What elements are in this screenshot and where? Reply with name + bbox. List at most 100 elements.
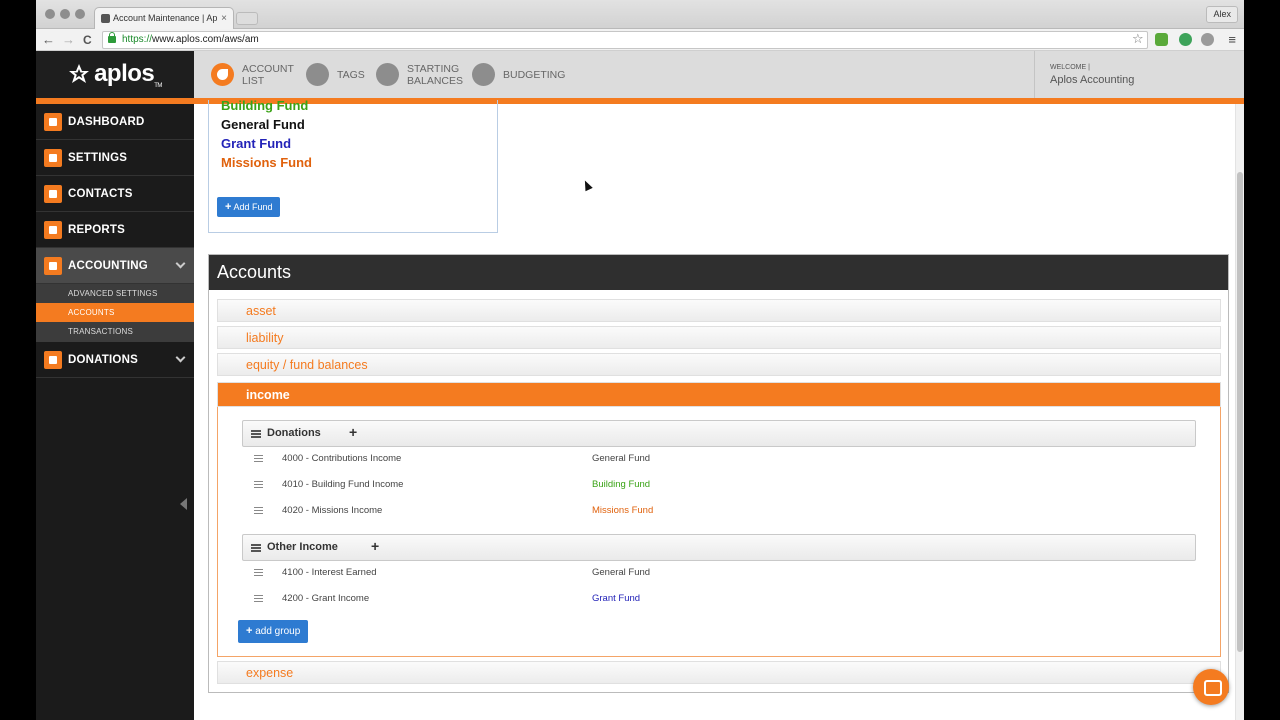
plus-icon: + <box>225 201 232 213</box>
reports-icon <box>44 220 62 239</box>
sidebar-item-donations[interactable]: DONATIONS <box>36 342 194 378</box>
dashboard-icon <box>44 112 62 131</box>
fund-item: Building Fund <box>221 98 309 113</box>
group-name: Other Income <box>267 541 338 553</box>
account-row[interactable]: 4010 - Building Fund Income Building Fun… <box>242 475 1196 495</box>
category-liability[interactable]: liability <box>217 326 1221 349</box>
collapse-sidebar-icon[interactable] <box>180 498 187 510</box>
nav-label: STARTING <box>407 62 460 75</box>
nav-account-list[interactable]: ACCOUNT LIST <box>211 51 294 98</box>
accounting-icon <box>44 256 62 275</box>
sidebar-item-reports[interactable]: REPORTS <box>36 212 194 248</box>
drag-handle-icon[interactable] <box>251 544 261 552</box>
accounts-panel: Accounts asset liability equity / fund b… <box>208 254 1229 693</box>
maximize-window-icon[interactable] <box>75 9 85 19</box>
add-fund-button[interactable]: + Add Fund <box>217 197 281 217</box>
button-label: Add Fund <box>233 202 273 212</box>
new-tab-button[interactable] <box>236 12 258 25</box>
sidebar-item-label: DONATIONS <box>68 353 138 366</box>
extension-chat-icon[interactable] <box>1201 33 1214 46</box>
logo-text: aplos <box>94 60 155 87</box>
minimize-window-icon[interactable] <box>60 9 70 19</box>
funds-box: Building Fund General Fund Grant Fund Mi… <box>208 98 498 233</box>
account-row[interactable]: 4200 - Grant Income Grant Fund <box>242 589 1196 609</box>
account-name: 4020 - Missions Income <box>282 505 383 516</box>
income-section: Donations + 4000 - Contributions Income … <box>217 407 1221 657</box>
forward-arrow-icon[interactable]: → <box>62 31 75 49</box>
chevron-down-icon <box>175 352 186 363</box>
tag-icon <box>306 63 329 86</box>
sidebar-item-settings[interactable]: SETTINGS <box>36 140 194 176</box>
account-fund: Missions Fund <box>592 505 654 516</box>
profile-button[interactable]: Alex <box>1206 6 1238 23</box>
browser-tab[interactable]: Account Maintenance | Ap × <box>94 7 234 29</box>
nav-label: LIST <box>242 74 265 87</box>
sidebar-item-dashboard[interactable]: DASHBOARD <box>36 104 194 140</box>
back-arrow-icon[interactable]: ← <box>42 31 55 49</box>
reload-icon[interactable]: C <box>83 31 92 49</box>
fund-item: General Fund <box>221 117 305 132</box>
url-text: www.aplos.com/aws/am <box>152 34 259 45</box>
tab-strip: Account Maintenance | Ap × Alex <box>36 0 1244 29</box>
sidebar-item-label: ACCOUNTING <box>68 259 148 272</box>
browser-window: Account Maintenance | Ap × Alex ← → C ht… <box>36 0 1244 720</box>
bookmark-star-icon[interactable]: ☆ <box>1132 31 1144 47</box>
nav-starting-balances[interactable]: STARTING BALANCES <box>376 51 463 98</box>
sidebar-item-contacts[interactable]: CONTACTS <box>36 176 194 212</box>
category-asset[interactable]: asset <box>217 299 1221 322</box>
account-row[interactable]: 4100 - Interest Earned General Fund <box>242 563 1196 583</box>
main-content: Building Fund General Fund Grant Fund Mi… <box>194 98 1244 720</box>
group-other-income[interactable]: Other Income + <box>242 534 1196 561</box>
account-fund: General Fund <box>592 453 651 464</box>
welcome-name: Aplos Accounting <box>1050 74 1135 86</box>
drag-handle-icon[interactable] <box>254 507 263 514</box>
favicon-icon <box>101 14 110 23</box>
category-income[interactable]: income <box>217 382 1221 407</box>
sidebar-item-accounting[interactable]: ACCOUNTING <box>36 248 194 284</box>
accounting-submenu: ADVANCED SETTINGS ACCOUNTS TRANSACTIONS <box>36 284 194 342</box>
drag-handle-icon[interactable] <box>254 595 263 602</box>
chevron-down-icon <box>175 258 186 269</box>
page-scrollbar[interactable] <box>1235 104 1244 720</box>
nav-label: ACCOUNT <box>242 62 294 75</box>
add-group-button[interactable]: + add group <box>238 620 309 643</box>
extension-shield-icon[interactable] <box>1179 33 1192 46</box>
group-donations[interactable]: Donations + <box>242 420 1196 447</box>
scrollbar-thumb[interactable] <box>1237 172 1243 652</box>
welcome-area[interactable]: WELCOME | Aplos Accounting <box>1034 51 1244 98</box>
close-window-icon[interactable] <box>45 9 55 19</box>
sidebar-item-label: CONTACTS <box>68 187 133 200</box>
help-chat-button[interactable] <box>1193 669 1229 705</box>
account-row[interactable]: 4000 - Contributions Income General Fund <box>242 449 1196 469</box>
submenu-accounts[interactable]: ACCOUNTS <box>36 303 194 322</box>
category-equity[interactable]: equity / fund balances <box>217 353 1221 376</box>
account-fund: General Fund <box>592 567 651 578</box>
fund-item: Missions Fund <box>221 155 312 170</box>
drag-handle-icon[interactable] <box>251 430 261 438</box>
account-row[interactable]: 4020 - Missions Income Missions Fund <box>242 501 1196 521</box>
sidebar-item-label: SETTINGS <box>68 151 128 164</box>
address-bar[interactable]: https://www.aplos.com/aws/am <box>102 31 1148 49</box>
nav-budgeting[interactable]: BUDGETING <box>472 51 565 98</box>
add-account-icon[interactable]: + <box>349 420 357 445</box>
nav-tags[interactable]: TAGS <box>306 51 365 98</box>
drag-handle-icon[interactable] <box>254 569 263 576</box>
submenu-advanced-settings[interactable]: ADVANCED SETTINGS <box>36 284 194 303</box>
browser-menu-icon[interactable]: ≡ <box>1228 32 1236 47</box>
add-account-icon[interactable]: + <box>371 534 379 559</box>
settings-icon <box>44 148 62 167</box>
sidebar: DASHBOARD SETTINGS CONTACTS REPORTS ACCO… <box>36 104 194 720</box>
sidebar-item-label: REPORTS <box>68 223 125 236</box>
drag-handle-icon[interactable] <box>254 481 263 488</box>
nav-label: BALANCES <box>407 74 464 87</box>
submenu-transactions[interactable]: TRANSACTIONS <box>36 322 194 341</box>
group-name: Donations <box>267 427 321 439</box>
budgeting-icon <box>472 63 495 86</box>
category-expense[interactable]: expense <box>217 661 1221 684</box>
aplos-logo[interactable]: aplosTM <box>36 51 194 98</box>
extension-evernote-icon[interactable] <box>1155 33 1168 46</box>
plus-icon: + <box>246 625 253 637</box>
drag-handle-icon[interactable] <box>254 455 263 462</box>
tab-close-icon[interactable]: × <box>221 8 227 29</box>
donations-icon <box>44 350 62 369</box>
